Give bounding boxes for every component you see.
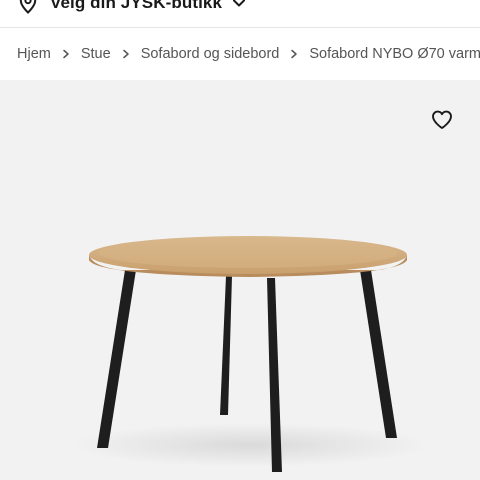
store-bar: Velg din JYSK-butikk <box>0 0 480 28</box>
chevron-right-icon <box>62 49 70 59</box>
breadcrumb-item-living-room[interactable]: Stue <box>81 46 111 62</box>
chevron-right-icon <box>290 49 298 59</box>
coffee-table-image <box>70 236 430 472</box>
breadcrumb-item-home[interactable]: Hjem <box>17 46 51 62</box>
breadcrumb: Hjem Stue Sofabord og sidebord Sofabord … <box>0 29 480 79</box>
store-selector-label: Velg din JYSK-butikk <box>50 0 223 12</box>
product-image[interactable] <box>0 80 480 480</box>
store-selector-button[interactable]: Velg din JYSK-butikk <box>18 0 246 15</box>
breadcrumb-item-coffee-tables[interactable]: Sofabord og sidebord <box>141 46 280 62</box>
breadcrumb-item-current-product[interactable]: Sofabord NYBO Ø70 varm ei <box>309 46 480 62</box>
chevron-right-icon <box>122 49 130 59</box>
chevron-down-icon <box>232 0 246 10</box>
heart-outline-icon <box>431 110 453 135</box>
location-pin-icon <box>18 0 38 15</box>
favorite-button[interactable] <box>430 110 454 134</box>
